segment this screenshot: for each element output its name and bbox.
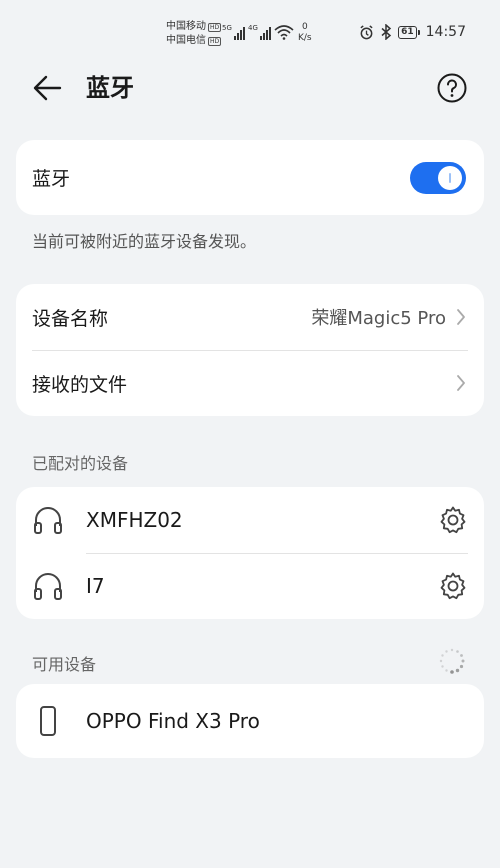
gear-icon[interactable] [438, 571, 468, 601]
app-header: 蓝牙 [0, 60, 500, 116]
chevron-right-icon [457, 375, 465, 391]
clock: 14:57 [425, 24, 466, 40]
arrow-left-icon[interactable] [30, 72, 66, 104]
signal-2-icon: 4G [248, 24, 271, 40]
question-circle-icon[interactable] [436, 72, 468, 104]
bluetooth-status-icon [381, 24, 392, 40]
received-files-row[interactable]: 接收的文件 [16, 350, 484, 416]
available-devices-card: OPPO Find X3 Pro [16, 684, 484, 758]
network-speed: 0 K/s [298, 22, 312, 43]
paired-section-title: 已配对的设备 [32, 454, 129, 473]
available-device-name: OPPO Find X3 Pro [86, 709, 260, 733]
signal-1-icon: 5G [222, 24, 245, 40]
page-title: 蓝牙 [86, 74, 134, 102]
device-name-label: 设备名称 [32, 307, 109, 330]
hd-badge: HD [208, 36, 222, 46]
battery-icon: 61 [398, 25, 420, 39]
device-name-row[interactable]: 设备名称 荣耀Magic5 Pro [16, 284, 484, 350]
status-right: 61 14:57 [359, 24, 466, 40]
device-name-value: 荣耀Magic5 Pro [311, 308, 446, 329]
gear-icon[interactable] [438, 505, 468, 535]
carrier-1: 中国移动 [166, 21, 206, 32]
available-section-title: 可用设备 [32, 655, 97, 674]
wifi-icon [274, 25, 294, 40]
phone-icon [40, 706, 56, 736]
paired-device-row[interactable]: I7 [16, 553, 484, 619]
paired-device-row[interactable]: XMFHZ02 [16, 487, 484, 553]
chevron-right-icon [457, 309, 465, 325]
headphones-icon [34, 507, 62, 534]
headphones-icon [34, 573, 62, 600]
carrier-info: 中国移动 HD 中国电信 HD [166, 20, 222, 48]
bluetooth-toggle-card: 蓝牙 [16, 140, 484, 215]
switch-knob [438, 166, 462, 190]
bluetooth-label: 蓝牙 [32, 168, 71, 190]
bluetooth-switch[interactable] [410, 162, 466, 194]
alarm-icon [360, 24, 373, 39]
available-device-row[interactable]: OPPO Find X3 Pro [16, 684, 484, 758]
received-files-label: 接收的文件 [32, 373, 128, 396]
paired-device-name: XMFHZ02 [86, 508, 183, 532]
hd-badge: HD [208, 22, 222, 32]
carrier-2: 中国电信 [166, 35, 206, 46]
paired-device-name: I7 [86, 574, 105, 598]
loading-spinner-icon [439, 648, 465, 674]
paired-devices-card: XMFHZ02 I7 [16, 487, 484, 619]
discoverable-note: 当前可被附近的蓝牙设备发现。 [32, 232, 257, 251]
status-bar: 中国移动 HD 中国电信 HD 5G 4G 0 K/s 61 14:57 [0, 0, 500, 60]
device-settings-card: 设备名称 荣耀Magic5 Pro 接收的文件 [16, 284, 484, 416]
